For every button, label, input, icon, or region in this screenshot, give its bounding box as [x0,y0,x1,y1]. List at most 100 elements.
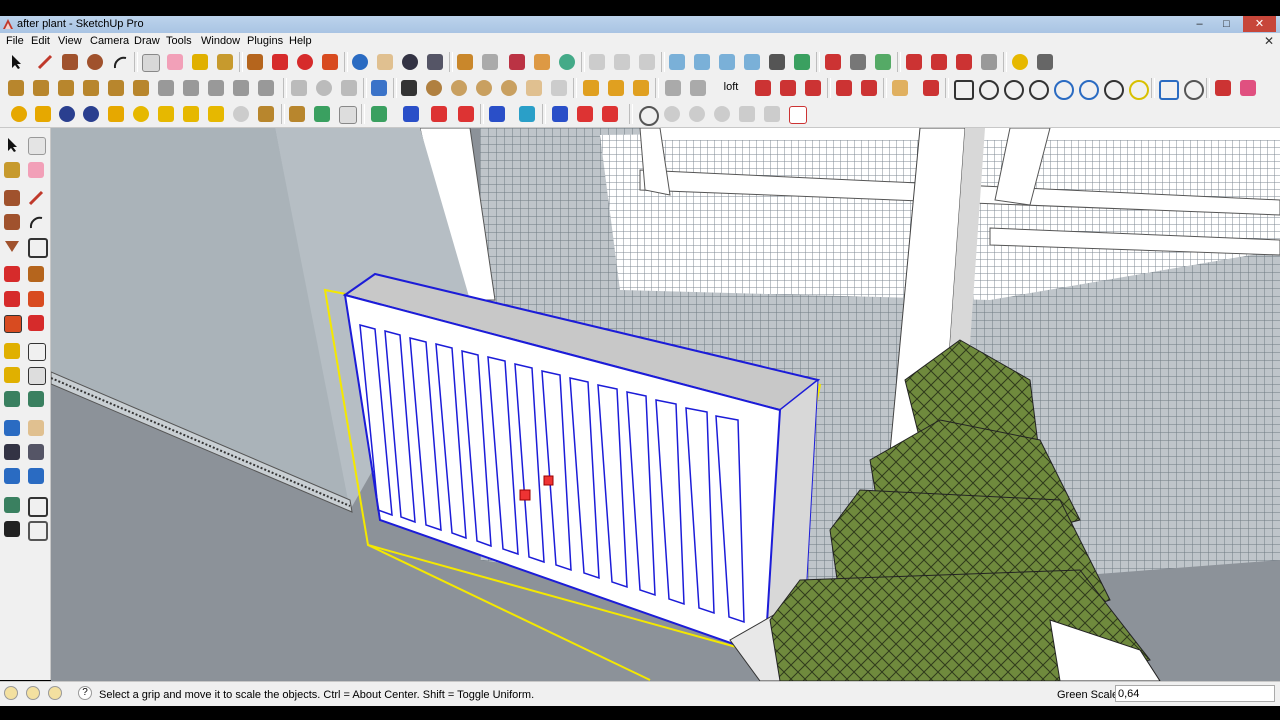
left-walk-button[interactable] [1,518,23,540]
plugin-tool-13-button[interactable] [105,103,127,125]
left-component-button[interactable] [25,134,47,156]
measurements-input[interactable] [1115,685,1275,702]
scale-grip[interactable] [543,475,554,486]
plugin-tool-35-button[interactable] [711,103,733,125]
paint-bucket-button[interactable] [214,51,236,73]
plugin-tool-14-button[interactable] [130,103,152,125]
document-close-icon[interactable]: ✕ [1264,34,1274,48]
left-followme-button[interactable] [25,288,47,310]
zoom-button[interactable] [399,51,421,73]
left-position-camera-button[interactable] [1,494,23,516]
menu-edit[interactable]: Edit [31,35,50,47]
style-textured-button[interactable] [498,77,520,99]
minimize-button[interactable]: – [1188,16,1211,32]
share-model-button[interactable] [479,51,501,73]
credits-status-icon[interactable] [26,686,40,700]
cube-tool-3-button[interactable] [630,77,652,99]
menu-plugins[interactable]: Plugins [247,35,283,47]
make-component-button[interactable] [139,51,161,73]
left-view-button[interactable] [791,51,813,73]
loft-tool-2-button[interactable] [777,77,799,99]
model-viewport[interactable] [51,128,1280,681]
plugin-tool-2-button[interactable] [847,51,869,73]
zoom-extents-button[interactable] [424,51,446,73]
left-axes-button[interactable] [1,388,23,410]
plugin-tool-6-button[interactable] [953,51,975,73]
loft-button[interactable]: loft [714,77,748,99]
pan-button[interactable] [374,51,396,73]
plugin-tool-18-button[interactable] [230,103,252,125]
left-line-button[interactable] [25,187,47,209]
shape-tool-8-button[interactable] [1126,77,1149,100]
left-polygon-button[interactable] [1,235,23,257]
plugin-tool-34-button[interactable] [686,103,708,125]
scale-grip-cursor[interactable] [519,489,531,501]
left-paint-button[interactable] [1,159,23,181]
drape-button[interactable] [105,77,127,99]
circle-tool-button[interactable] [84,51,106,73]
plugin-tool-12-button[interactable] [32,103,54,125]
solid-subtract-button[interactable] [611,51,633,73]
plugin-tool-16-button[interactable] [180,103,202,125]
flip-edge-button[interactable] [155,77,177,99]
plugin-tool-1-button[interactable] [822,51,844,73]
shape-tool-11-button[interactable] [1212,77,1234,99]
plugin-tool-36-button[interactable] [736,103,758,125]
user-status-icon[interactable] [48,686,62,700]
extension-warehouse-button[interactable] [531,51,553,73]
plugin-tool-22-button[interactable] [336,103,358,125]
left-arc-button[interactable] [25,211,47,233]
sandbox-tool-8-button[interactable] [180,77,202,99]
sandbox-from-contours-button[interactable] [5,77,27,99]
help-icon[interactable]: ? [78,686,92,700]
plugin-tool-23-button[interactable] [368,103,390,125]
left-protractor-button[interactable] [1,364,23,386]
shape-tool-7-button[interactable] [1101,77,1124,100]
maximize-button[interactable]: □ [1215,16,1238,32]
left-tape-button[interactable] [1,340,23,362]
loft-tool-5-button[interactable] [858,77,880,99]
plugin-tool-25-button[interactable] [428,103,450,125]
loft-tool-1-button[interactable] [752,77,774,99]
top-view-button[interactable] [691,51,713,73]
plugin-tool-19-button[interactable] [255,103,277,125]
plugin-tool-7-button[interactable] [978,51,1000,73]
plugin-tool-38-button[interactable] [786,103,808,125]
left-orbit-button[interactable] [1,417,23,439]
left-previous-view-button[interactable] [1,465,23,487]
rotate-tool-button[interactable] [294,51,316,73]
m-plugin-button[interactable] [8,103,30,125]
plugin-tool-17-button[interactable] [205,103,227,125]
plugin-tool-3-button[interactable] [872,51,894,73]
scene-canvas[interactable] [51,128,1280,681]
iso-view-button[interactable] [666,51,688,73]
plugin-tool-9-button[interactable] [1034,51,1056,73]
loft-tool-4-button[interactable] [833,77,855,99]
curve-tool-2-button[interactable] [687,77,709,99]
left-offset-button[interactable] [25,312,47,334]
plugin-tool-8-button[interactable] [1009,51,1031,73]
plugin-tool-15-button[interactable] [155,103,177,125]
section-display-button[interactable] [313,77,335,99]
select-tool-button[interactable] [5,51,27,73]
solid-trim-button[interactable] [636,51,658,73]
layer-tool-button[interactable] [368,77,390,99]
front-view-button[interactable] [716,51,738,73]
left-look-around-button[interactable] [25,494,48,517]
shape-tool-2-button[interactable] [976,77,999,100]
tape-measure-button[interactable] [189,51,211,73]
menu-view[interactable]: View [58,35,82,47]
menu-window[interactable]: Window [201,35,240,47]
menu-help[interactable]: Help [289,35,312,47]
add-detail-button[interactable] [130,77,152,99]
r-plugin-button[interactable] [56,103,78,125]
left-rotate-button[interactable] [1,288,23,310]
menu-draw[interactable]: Draw [134,35,160,47]
plugin-tool-4-button[interactable] [903,51,925,73]
shape-tool-12-button[interactable] [1237,77,1259,99]
follow-me-button[interactable] [319,51,341,73]
stamp-button[interactable] [80,77,102,99]
get-models-button[interactable] [506,51,528,73]
solid-union-button[interactable] [586,51,608,73]
left-zoom-window-button[interactable] [25,441,47,463]
